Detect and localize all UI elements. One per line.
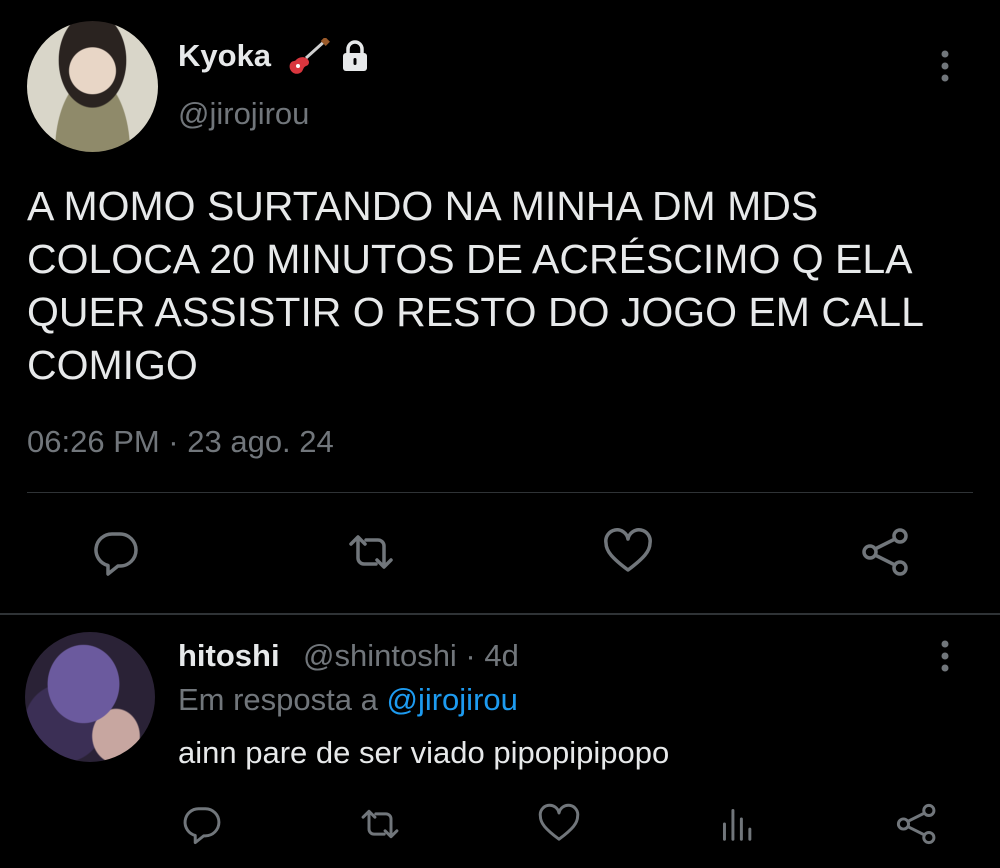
reply-text: ainn pare de ser viado pipopipipopo <box>178 735 670 770</box>
reply-icon[interactable] <box>90 526 142 578</box>
tweet-text: A MOMO SURTANDO NA MINHA DM MDS COLOCA 2… <box>27 183 924 388</box>
retweet-icon[interactable] <box>358 802 402 846</box>
reply-context: Em resposta a @jirojirou <box>178 682 518 718</box>
like-icon[interactable] <box>537 802 581 846</box>
more-options-icon[interactable] <box>930 46 960 86</box>
retweet-icon[interactable] <box>345 526 397 578</box>
reply-icon[interactable] <box>180 802 224 846</box>
divider <box>0 613 1000 615</box>
share-icon[interactable] <box>895 802 939 846</box>
reply-handle-time[interactable]: @shintoshi · 4d <box>303 638 519 674</box>
more-options-icon[interactable] <box>930 636 960 676</box>
avatar[interactable] <box>25 632 155 762</box>
display-name[interactable]: Kyoka <box>178 38 271 74</box>
views-icon[interactable] <box>716 802 760 846</box>
user-handle[interactable]: @jirojirou <box>178 96 309 132</box>
guitar-icon <box>289 38 330 74</box>
like-icon[interactable] <box>602 526 654 578</box>
reply-mention-link[interactable]: @jirojirou <box>386 682 517 717</box>
reply-display-name[interactable]: hitoshi <box>178 638 280 674</box>
divider <box>27 492 973 493</box>
tweet-timestamp[interactable]: 06:26 PM · 23 ago. 24 <box>27 424 334 460</box>
share-icon[interactable] <box>860 526 912 578</box>
lock-icon <box>343 40 367 71</box>
avatar[interactable] <box>27 21 158 152</box>
reply-context-label: Em resposta a <box>178 682 387 717</box>
